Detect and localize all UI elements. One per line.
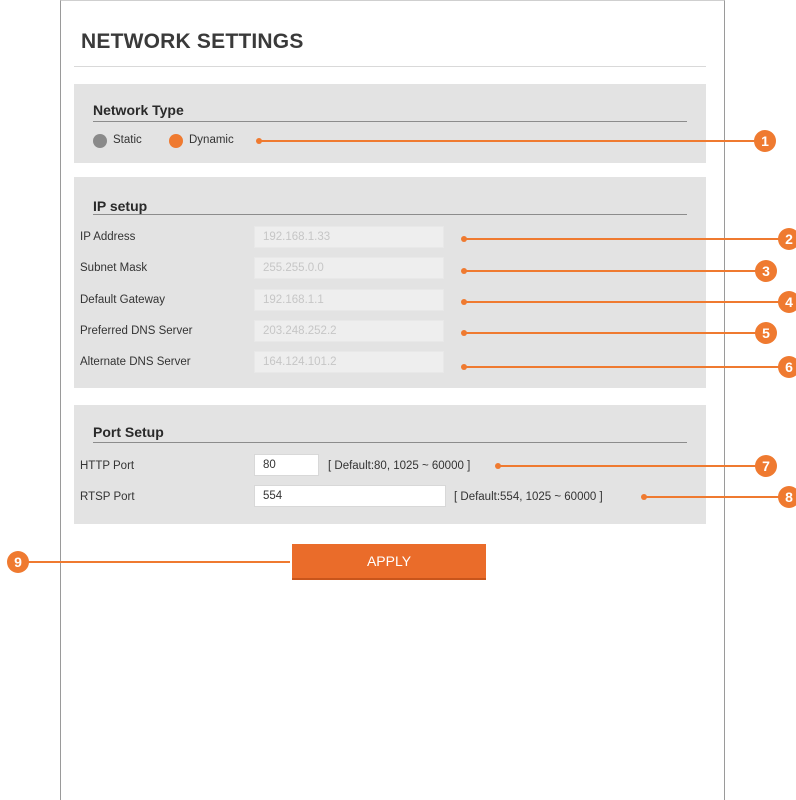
callout-3-leader [464,270,757,272]
rtsp-port-hint: [ Default:554, 1025 ~ 60000 ] [454,491,603,503]
ip-address-field[interactable] [254,226,444,248]
callout-7-leader [498,465,756,467]
callout-1-marker: 1 [754,130,776,152]
preferred-dns-label: Preferred DNS Server [80,325,193,337]
subnet-mask-label: Subnet Mask [80,262,148,274]
callout-9-leader [28,561,290,563]
static-radio[interactable] [93,134,107,148]
callout-5-marker: 5 [755,322,777,344]
callout-2-marker: 2 [778,228,796,250]
rtsp-port-field[interactable] [254,485,446,507]
network-type-panel: Network Type Static Dynamic [74,84,706,163]
callout-9-marker: 9 [7,551,29,573]
port-setup-title: Port Setup [93,424,164,440]
default-gateway-field[interactable] [254,289,444,311]
http-port-label: HTTP Port [80,460,135,472]
ip-setup-divider [93,214,687,215]
static-radio-label[interactable]: Static [113,134,142,146]
callout-5-leader [464,332,757,334]
callout-6-marker: 6 [778,356,796,378]
callout-6-leader [464,366,780,368]
callout-2-leader [464,238,780,240]
callout-8-marker: 8 [778,486,796,508]
ip-setup-title: IP setup [93,198,148,214]
callout-7-marker: 7 [755,455,777,477]
port-setup-divider [93,442,687,443]
preferred-dns-field[interactable] [254,320,444,342]
alternate-dns-label: Alternate DNS Server [80,356,191,368]
callout-3-marker: 3 [755,260,777,282]
apply-button[interactable]: APPLY [292,544,486,580]
default-gateway-label: Default Gateway [80,294,166,306]
http-port-field[interactable] [254,454,319,476]
callout-4-marker: 4 [778,291,796,313]
dynamic-radio-label[interactable]: Dynamic [189,134,234,146]
page-title: NETWORK SETTINGS [81,30,304,53]
subnet-mask-field[interactable] [254,257,444,279]
network-type-title: Network Type [93,102,184,118]
http-port-hint: [ Default:80, 1025 ~ 60000 ] [328,460,471,472]
ip-setup-panel: IP setup IP Address Subnet Mask Default … [74,177,706,388]
callout-4-leader [464,301,780,303]
network-type-divider [93,121,687,122]
title-divider [74,66,706,67]
callout-8-leader [644,496,780,498]
rtsp-port-label: RTSP Port [80,491,135,503]
dynamic-radio[interactable] [169,134,183,148]
alternate-dns-field[interactable] [254,351,444,373]
callout-1-leader [259,140,755,142]
ip-address-label: IP Address [80,231,136,243]
